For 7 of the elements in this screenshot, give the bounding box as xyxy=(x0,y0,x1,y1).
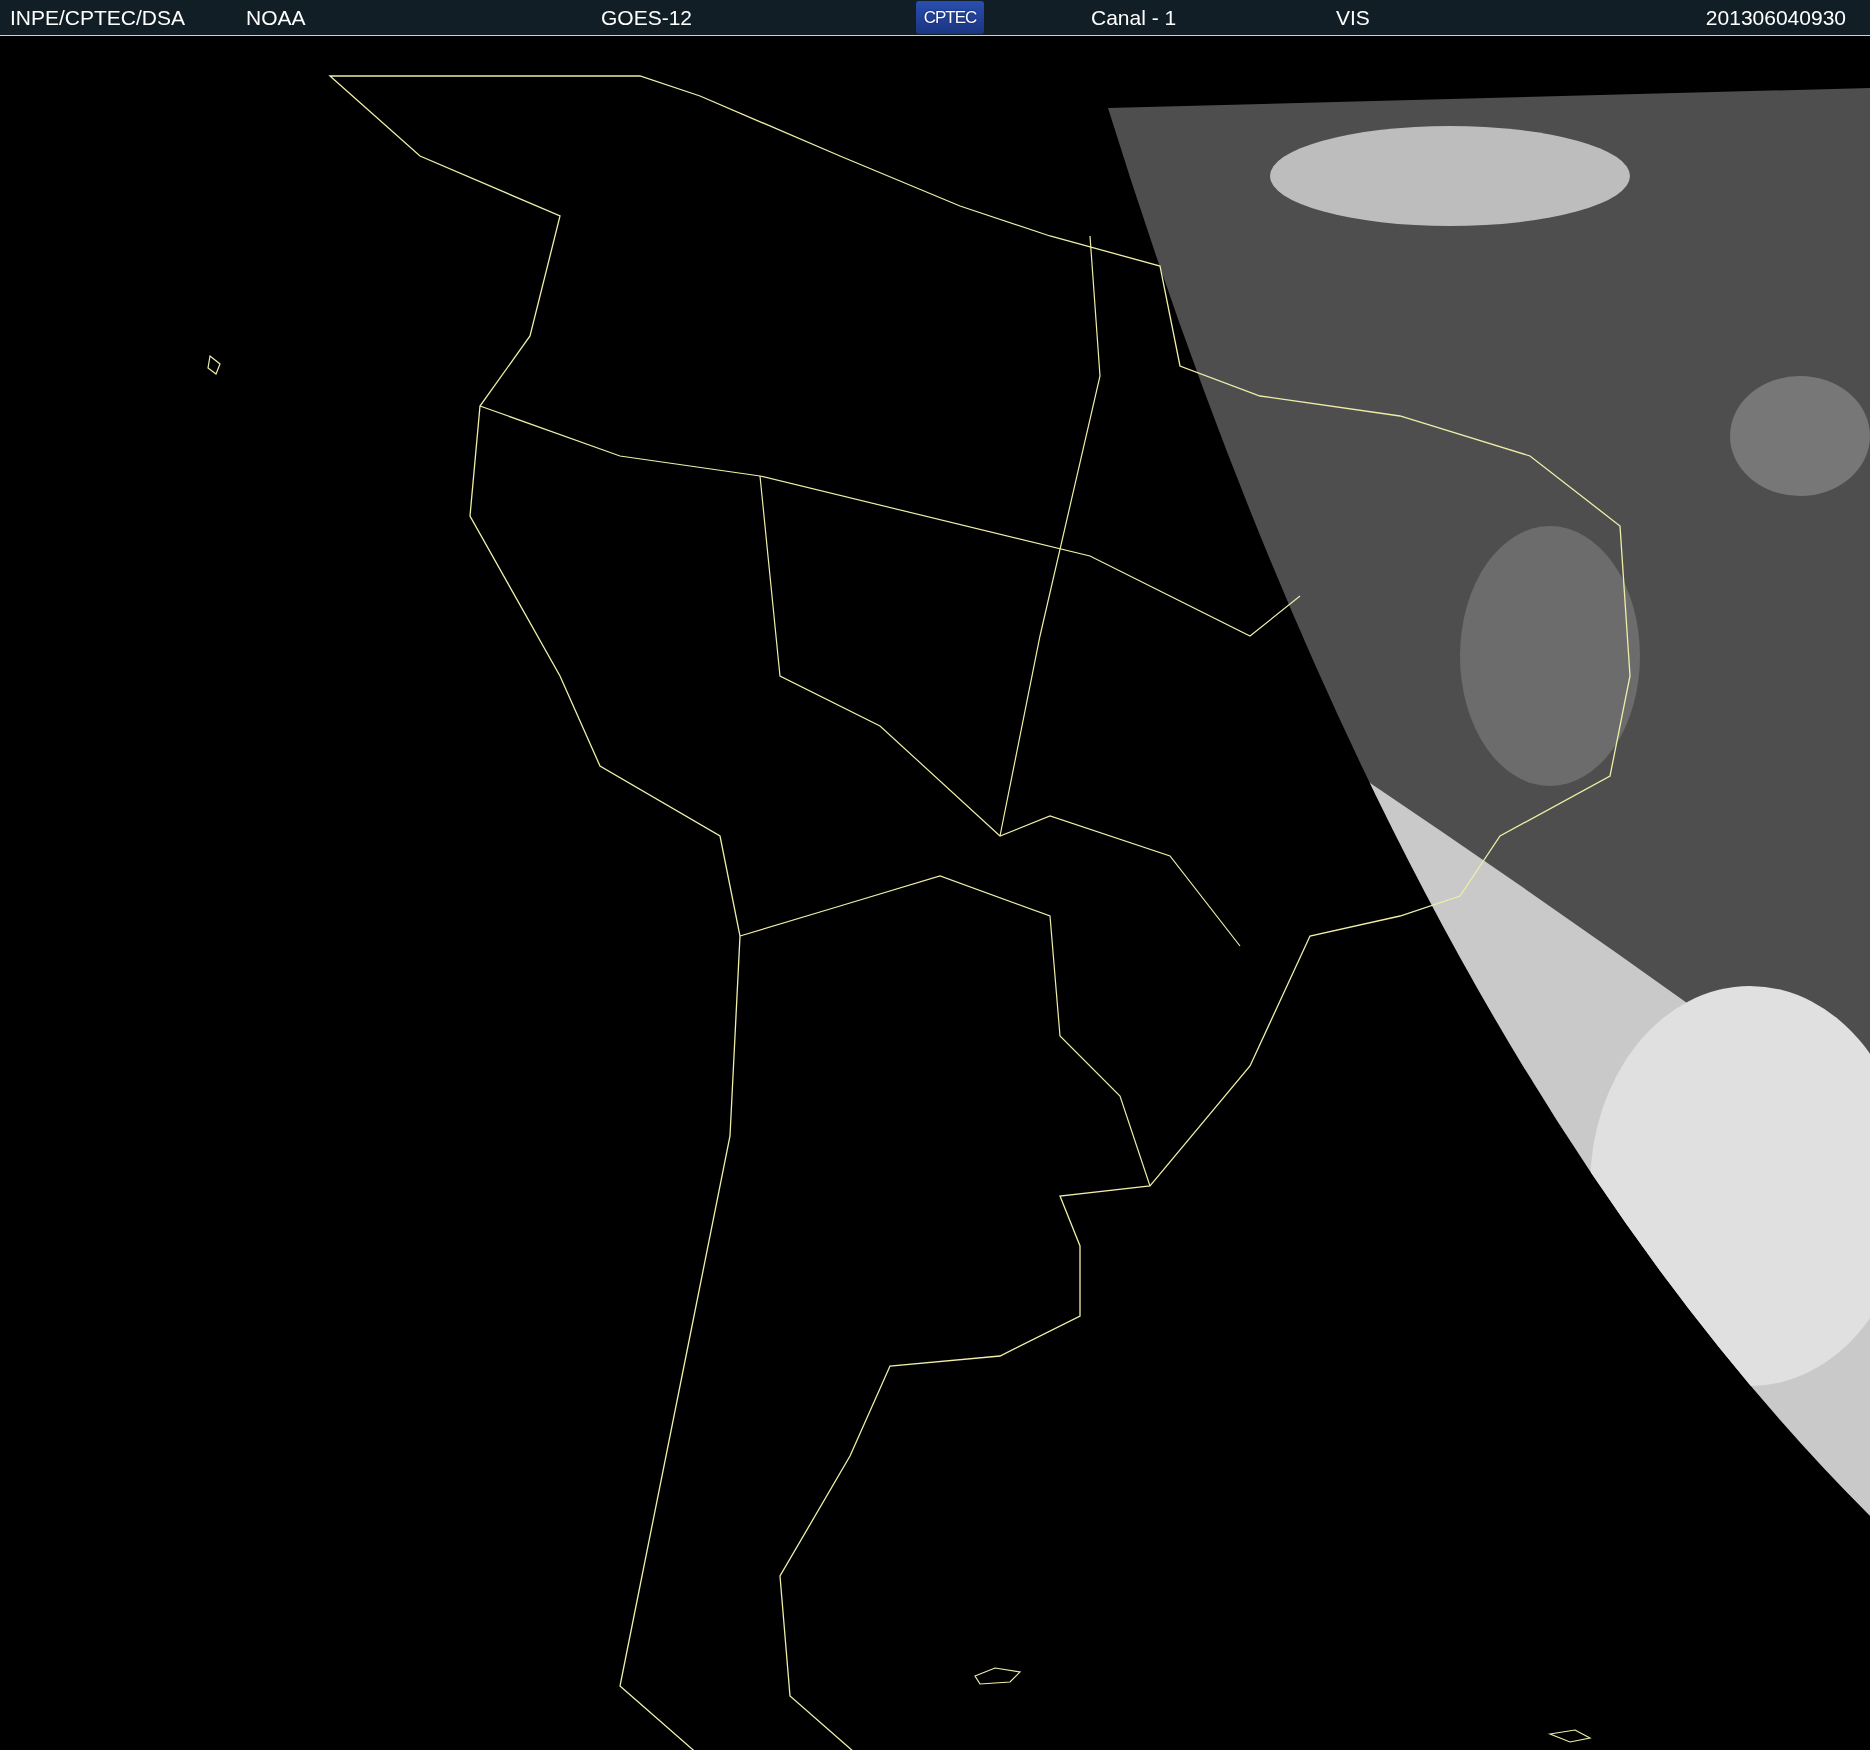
header-label: INPE/CPTEC/DSA xyxy=(9,5,186,29)
header-label: VIS xyxy=(1335,5,1370,29)
header-label: Canal - 1 xyxy=(1090,5,1177,29)
header-label: 201306040930 xyxy=(1704,5,1847,29)
header-label: NOAA xyxy=(245,5,306,29)
logo: CPTEC xyxy=(916,1,984,34)
header-label: GOES-12 xyxy=(600,5,693,29)
